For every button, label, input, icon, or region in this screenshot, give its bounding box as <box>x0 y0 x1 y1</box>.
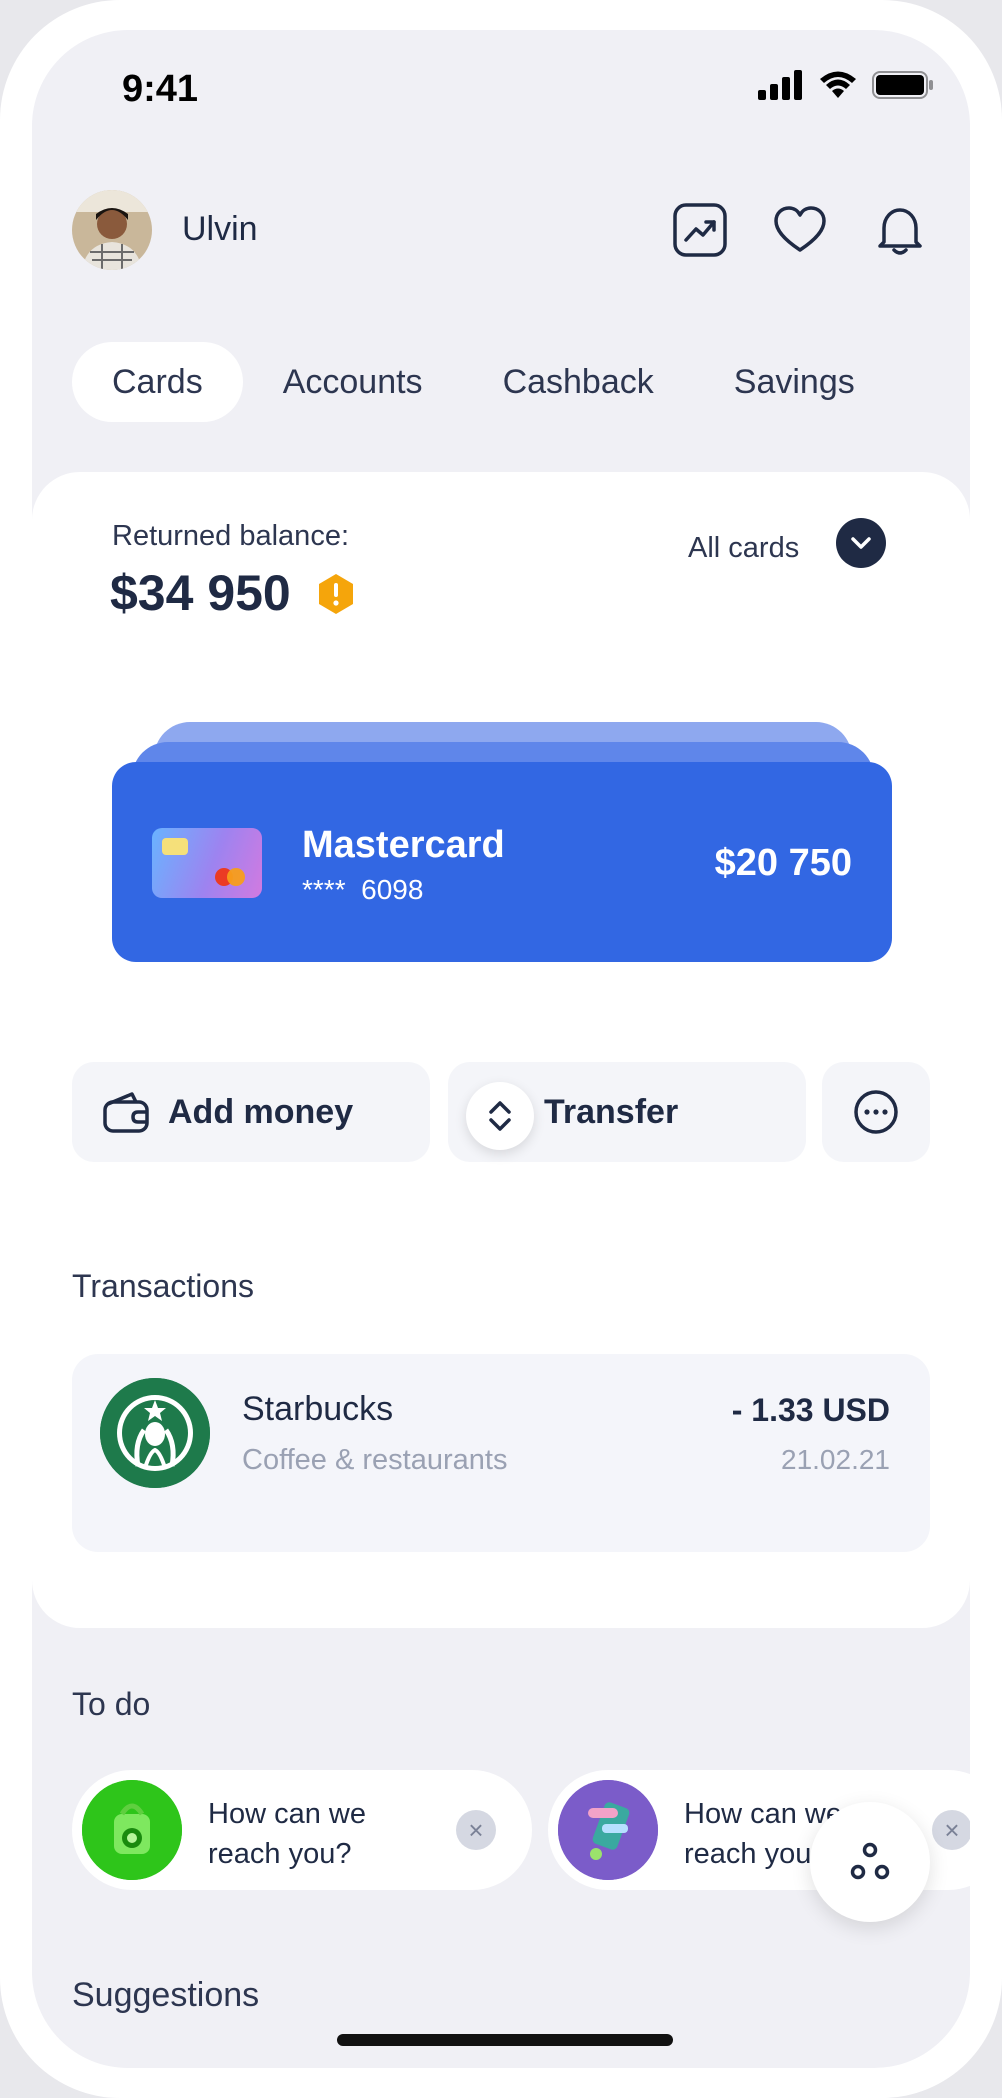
home-indicator[interactable] <box>337 2034 673 2046</box>
card-number: **** 6098 <box>302 874 423 906</box>
all-cards-dropdown[interactable] <box>836 518 886 568</box>
balance-label: Returned balance: <box>112 520 349 552</box>
todo-title: To do <box>72 1686 151 1722</box>
chart-trend-icon[interactable] <box>672 202 728 258</box>
wifi-icon <box>820 71 856 98</box>
signal-icon <box>758 70 802 100</box>
nodes-icon <box>850 1842 890 1880</box>
app-screen: 9:41 Ulvin Cards Accounts Cashback Savin… <box>32 30 970 2068</box>
wallet-icon <box>103 1092 149 1133</box>
todo-text: How can we reach you? <box>208 1798 366 1870</box>
card-number-mask: **** <box>302 874 346 905</box>
add-money-button[interactable]: Add money <box>72 1062 430 1162</box>
bell-icon[interactable] <box>872 202 928 258</box>
expand-chevrons-icon <box>489 1101 511 1131</box>
tab-bar: Cards Accounts Cashback Savings <box>72 342 895 422</box>
phone-chat-icon <box>558 1780 658 1880</box>
tab-savings[interactable]: Savings <box>694 342 895 422</box>
card-name: Mastercard <box>302 824 505 866</box>
phone-bag-icon <box>82 1780 182 1880</box>
transaction-merchant: Starbucks <box>242 1390 394 1428</box>
more-actions-button[interactable] <box>822 1062 930 1162</box>
transaction-date: 21.02.21 <box>781 1444 890 1475</box>
todo-card[interactable]: How can we reach you? × <box>72 1770 532 1890</box>
tab-cashback[interactable]: Cashback <box>463 342 694 422</box>
transaction-amount: - 1.33 USD <box>731 1392 890 1428</box>
warning-hex-icon[interactable] <box>316 572 356 616</box>
all-cards-label[interactable]: All cards <box>688 532 799 565</box>
expand-transactions-button[interactable] <box>466 1082 534 1150</box>
tab-accounts[interactable]: Accounts <box>243 342 463 422</box>
chevron-down-icon <box>851 537 871 549</box>
battery-icon <box>872 71 933 99</box>
status-bar: 9:41 <box>32 30 970 150</box>
avatar-image <box>72 190 152 270</box>
status-time: 9:41 <box>122 68 199 110</box>
mastercard-logo-icon <box>162 838 245 886</box>
close-icon[interactable]: × <box>456 1810 496 1850</box>
transaction-row[interactable]: Starbucks Coffee & restaurants - 1.33 US… <box>72 1354 930 1552</box>
heart-icon[interactable] <box>772 202 828 258</box>
more-dots-icon <box>854 1090 898 1134</box>
avatar[interactable] <box>72 190 152 270</box>
floating-action-button[interactable] <box>810 1802 930 1922</box>
status-icons <box>758 70 934 100</box>
card-balance: $20 750 <box>714 842 852 884</box>
suggestions-title: Suggestions <box>72 1976 260 2014</box>
starbucks-logo-icon <box>100 1378 210 1488</box>
transaction-category: Coffee & restaurants <box>242 1444 508 1476</box>
balance-amount: $34 950 <box>110 565 291 621</box>
card-thumbnail <box>152 828 262 898</box>
add-money-label: Add money <box>168 1092 354 1131</box>
card-number-last4: 6098 <box>361 874 424 905</box>
transfer-label: Transfer <box>544 1092 679 1131</box>
mastercard-card[interactable]: Mastercard **** 6098 $20 750 <box>112 762 892 962</box>
transactions-title: Transactions <box>72 1268 254 1304</box>
cards-panel: Returned balance: $34 950 All cards Mast… <box>32 472 970 1628</box>
username[interactable]: Ulvin <box>182 210 258 249</box>
tab-cards[interactable]: Cards <box>72 342 243 422</box>
close-icon[interactable]: × <box>932 1810 970 1850</box>
